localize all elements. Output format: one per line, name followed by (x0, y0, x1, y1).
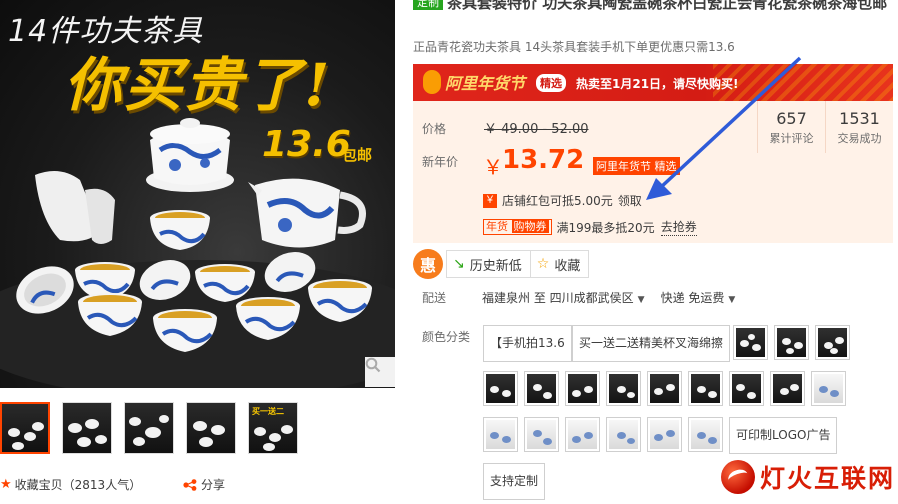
share-icon (183, 478, 197, 491)
stat-transactions[interactable]: 1531 交易成功 (825, 101, 893, 153)
price-history-button[interactable]: ↘ 历史新低 (446, 250, 531, 278)
favorite-label: 收藏宝贝（2813人气） (14, 478, 142, 492)
new-price: 13.72 (502, 145, 585, 175)
sku-option-image[interactable] (647, 417, 682, 452)
lantern-icon (423, 70, 441, 94)
sku-option-image[interactable] (688, 371, 723, 406)
stat-transactions-label: 交易成功 (837, 132, 882, 145)
watermark-text: 灯火互联网 (760, 464, 896, 493)
price-history-label: 历史新低 (469, 258, 522, 274)
sku-option-image[interactable] (606, 417, 641, 452)
discount-icon[interactable]: 惠 (413, 249, 443, 279)
zoom-button[interactable] (365, 357, 395, 387)
stat-reviews[interactable]: 657 累计评论 (757, 101, 825, 153)
coupon-tag: 年货 购物券 (483, 219, 552, 235)
sku-option-image[interactable] (483, 371, 518, 406)
stat-transactions-count: 1531 (839, 109, 880, 128)
thumbnail-caption: 买一送二 (252, 407, 284, 416)
banner-pattern (713, 64, 893, 101)
star-outline-icon: ☆ (536, 256, 550, 272)
product-subtitle: 正品青花瓷功夫茶具 14头茶具套装手机下单更优惠只需13.6 (413, 40, 735, 54)
product-title: 定制 茶具套装特价 功夫茶具陶瓷盖碗茶杯白瓷正会青花瓷茶碗茶海包邮 (413, 0, 893, 14)
sku-option-image[interactable] (770, 371, 805, 406)
sku-option-image[interactable] (688, 417, 723, 452)
stat-reviews-count: 657 (776, 109, 807, 128)
shipping-row: 配送 福建泉州 至 四川成都武侯区 ▼ 快递 免运费 ▼ (422, 289, 751, 306)
thumbnail-1[interactable] (0, 402, 50, 454)
favorite-link[interactable]: ★ 收藏宝贝（2813人气） (0, 476, 141, 493)
coupon-text: 满199最多抵20元 (556, 220, 655, 235)
action-bar: 惠 ↘ 历史新低 ☆ 收藏 (413, 249, 590, 279)
sku-option-image[interactable] (606, 371, 641, 406)
custom-tag: 定制 (413, 0, 443, 10)
shop-red-packet: ￥ 店铺红包可抵5.00元 领取 (483, 192, 642, 209)
sku-option-image[interactable] (524, 417, 559, 452)
banner-note: 热卖至1月21日，请尽快购买! (576, 77, 739, 91)
selected-badge: 精选 (536, 74, 566, 92)
chevron-down-icon: ▼ (728, 295, 736, 305)
shopping-coupon: 年货 购物券 满199最多抵20元 去抢券 (483, 218, 697, 236)
star-icon: ★ (0, 477, 12, 492)
trend-down-icon: ↘ (453, 256, 465, 272)
sku-option-logo-print[interactable]: 可印制LOGO广告 (729, 417, 838, 454)
product-title-text: 茶具套装特价 功夫茶具陶瓷盖碗茶杯白瓷正会青花瓷茶碗茶海包邮 (447, 0, 888, 12)
destination-select[interactable]: 福建泉州 至 四川成都武侯区 ▼ (482, 289, 645, 306)
original-price: ￥ 49.00 - 52.00 (484, 122, 589, 137)
chevron-down-icon: ▼ (637, 295, 645, 305)
promo-free-shipping: 包邮 (342, 146, 373, 164)
magnifier-icon (365, 357, 381, 373)
thumbnail-3[interactable] (124, 402, 174, 454)
thumbnail-5[interactable]: 买一送二 (248, 402, 298, 454)
thumbnail-strip: 买一送二 (0, 402, 298, 454)
red-packet-icon: ￥ (483, 193, 497, 208)
new-price-label: 新年价 (422, 155, 459, 169)
collect-button[interactable]: ☆ 收藏 (530, 250, 590, 278)
share-link[interactable]: 分享 (183, 476, 225, 493)
shipping-method-select[interactable]: 快递 免运费 ▼ (661, 289, 736, 306)
sales-stats: 657 累计评论 1531 交易成功 (757, 101, 893, 153)
sku-option-image[interactable] (565, 417, 600, 452)
stat-reviews-label: 累计评论 (769, 132, 814, 145)
main-product-image[interactable]: 14件功夫茶具 你买贵了! 13.6 包邮 (0, 0, 395, 388)
festival-price-badge: 阿里年货节 精选 (593, 157, 680, 175)
sku-option-image[interactable] (774, 325, 809, 360)
festival-logo: 阿里年货节 (445, 74, 526, 93)
sku-option-image[interactable] (524, 371, 559, 406)
logo-icon (721, 460, 755, 494)
collect-label: 收藏 (554, 258, 581, 274)
share-label: 分享 (201, 478, 226, 492)
sku-option-image[interactable] (729, 371, 764, 406)
claim-link[interactable]: 领取 (618, 192, 642, 209)
coupon-tag-a: 年货 (486, 220, 508, 233)
grab-coupon-link[interactable]: 去抢券 (660, 218, 697, 236)
sku-option-custom[interactable]: 支持定制 (483, 463, 546, 500)
coupon-tag-b: 购物券 (511, 220, 549, 233)
sku-option-image[interactable] (815, 325, 850, 360)
sku-option-gift[interactable]: 买一送二送精美杯叉海绵擦 (572, 325, 731, 362)
product-details: 定制 茶具套装特价 功夫茶具陶瓷盖碗茶杯白瓷正会青花瓷茶碗茶海包邮 正品青花瓷功夫… (413, 0, 898, 504)
thumbnail-2[interactable] (62, 402, 112, 454)
destination-text: 福建泉州 至 四川成都武侯区 (482, 291, 634, 305)
promo-headline-large: 你买贵了! (64, 51, 332, 119)
sku-option-image[interactable] (647, 371, 682, 406)
price-box: 价格 ￥ 49.00 - 52.00 新年价 ￥ 13.72 阿里年货节 精选 … (413, 101, 893, 243)
sku-option-image[interactable] (811, 371, 846, 406)
sku-option-image[interactable] (565, 371, 600, 406)
price-label: 价格 (422, 122, 447, 136)
promo-price: 13.6 (262, 124, 351, 165)
red-packet-text: 店铺红包可抵5.00元 (502, 194, 613, 208)
festival-banner[interactable]: 阿里年货节 精选 热卖至1月21日，请尽快购买! (413, 64, 893, 101)
product-gallery: 14件功夫茶具 你买贵了! 13.6 包邮 买一送二 ★ 收藏宝贝（2813人气… (0, 0, 398, 504)
currency-symbol: ￥ (483, 155, 503, 179)
shipping-label: 配送 (422, 291, 447, 305)
sku-option-image[interactable] (483, 417, 518, 452)
sku-option-image[interactable] (733, 325, 768, 360)
thumbnail-4[interactable] (186, 402, 236, 454)
color-options-label: 颜色分类 (422, 330, 471, 344)
sku-option-phone-price[interactable]: 【手机拍13.6 (483, 325, 572, 362)
shipping-method-text: 快递 免运费 (660, 291, 725, 305)
watermark-logo: 灯火互联网 (721, 459, 895, 495)
